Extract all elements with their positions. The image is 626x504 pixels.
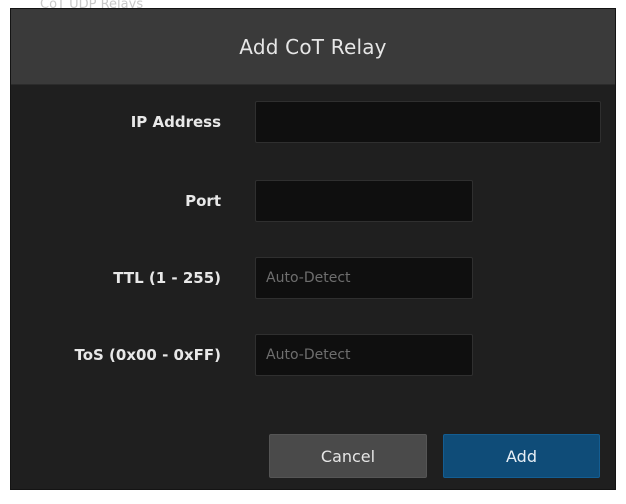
- cancel-button[interactable]: Cancel: [269, 434, 427, 478]
- ip-address-input[interactable]: [255, 101, 601, 143]
- add-button[interactable]: Add: [443, 434, 600, 478]
- dialog-header: Add CoT Relay: [11, 9, 615, 85]
- tos-input[interactable]: [255, 334, 473, 376]
- tos-label: ToS (0x00 - 0xFF): [74, 346, 221, 364]
- port-row: Port: [11, 180, 615, 222]
- ttl-label: TTL (1 - 255): [113, 269, 221, 287]
- port-label: Port: [185, 192, 221, 210]
- add-cot-relay-dialog: Add CoT Relay IP Address Port TTL (1 - 2…: [10, 8, 616, 490]
- tos-row: ToS (0x00 - 0xFF): [11, 334, 615, 376]
- port-input[interactable]: [255, 180, 473, 222]
- ip-address-label: IP Address: [130, 113, 221, 131]
- ip-address-row: IP Address: [11, 101, 615, 143]
- dialog-title: Add CoT Relay: [239, 34, 387, 59]
- ttl-input[interactable]: [255, 257, 473, 299]
- ttl-row: TTL (1 - 255): [11, 257, 615, 299]
